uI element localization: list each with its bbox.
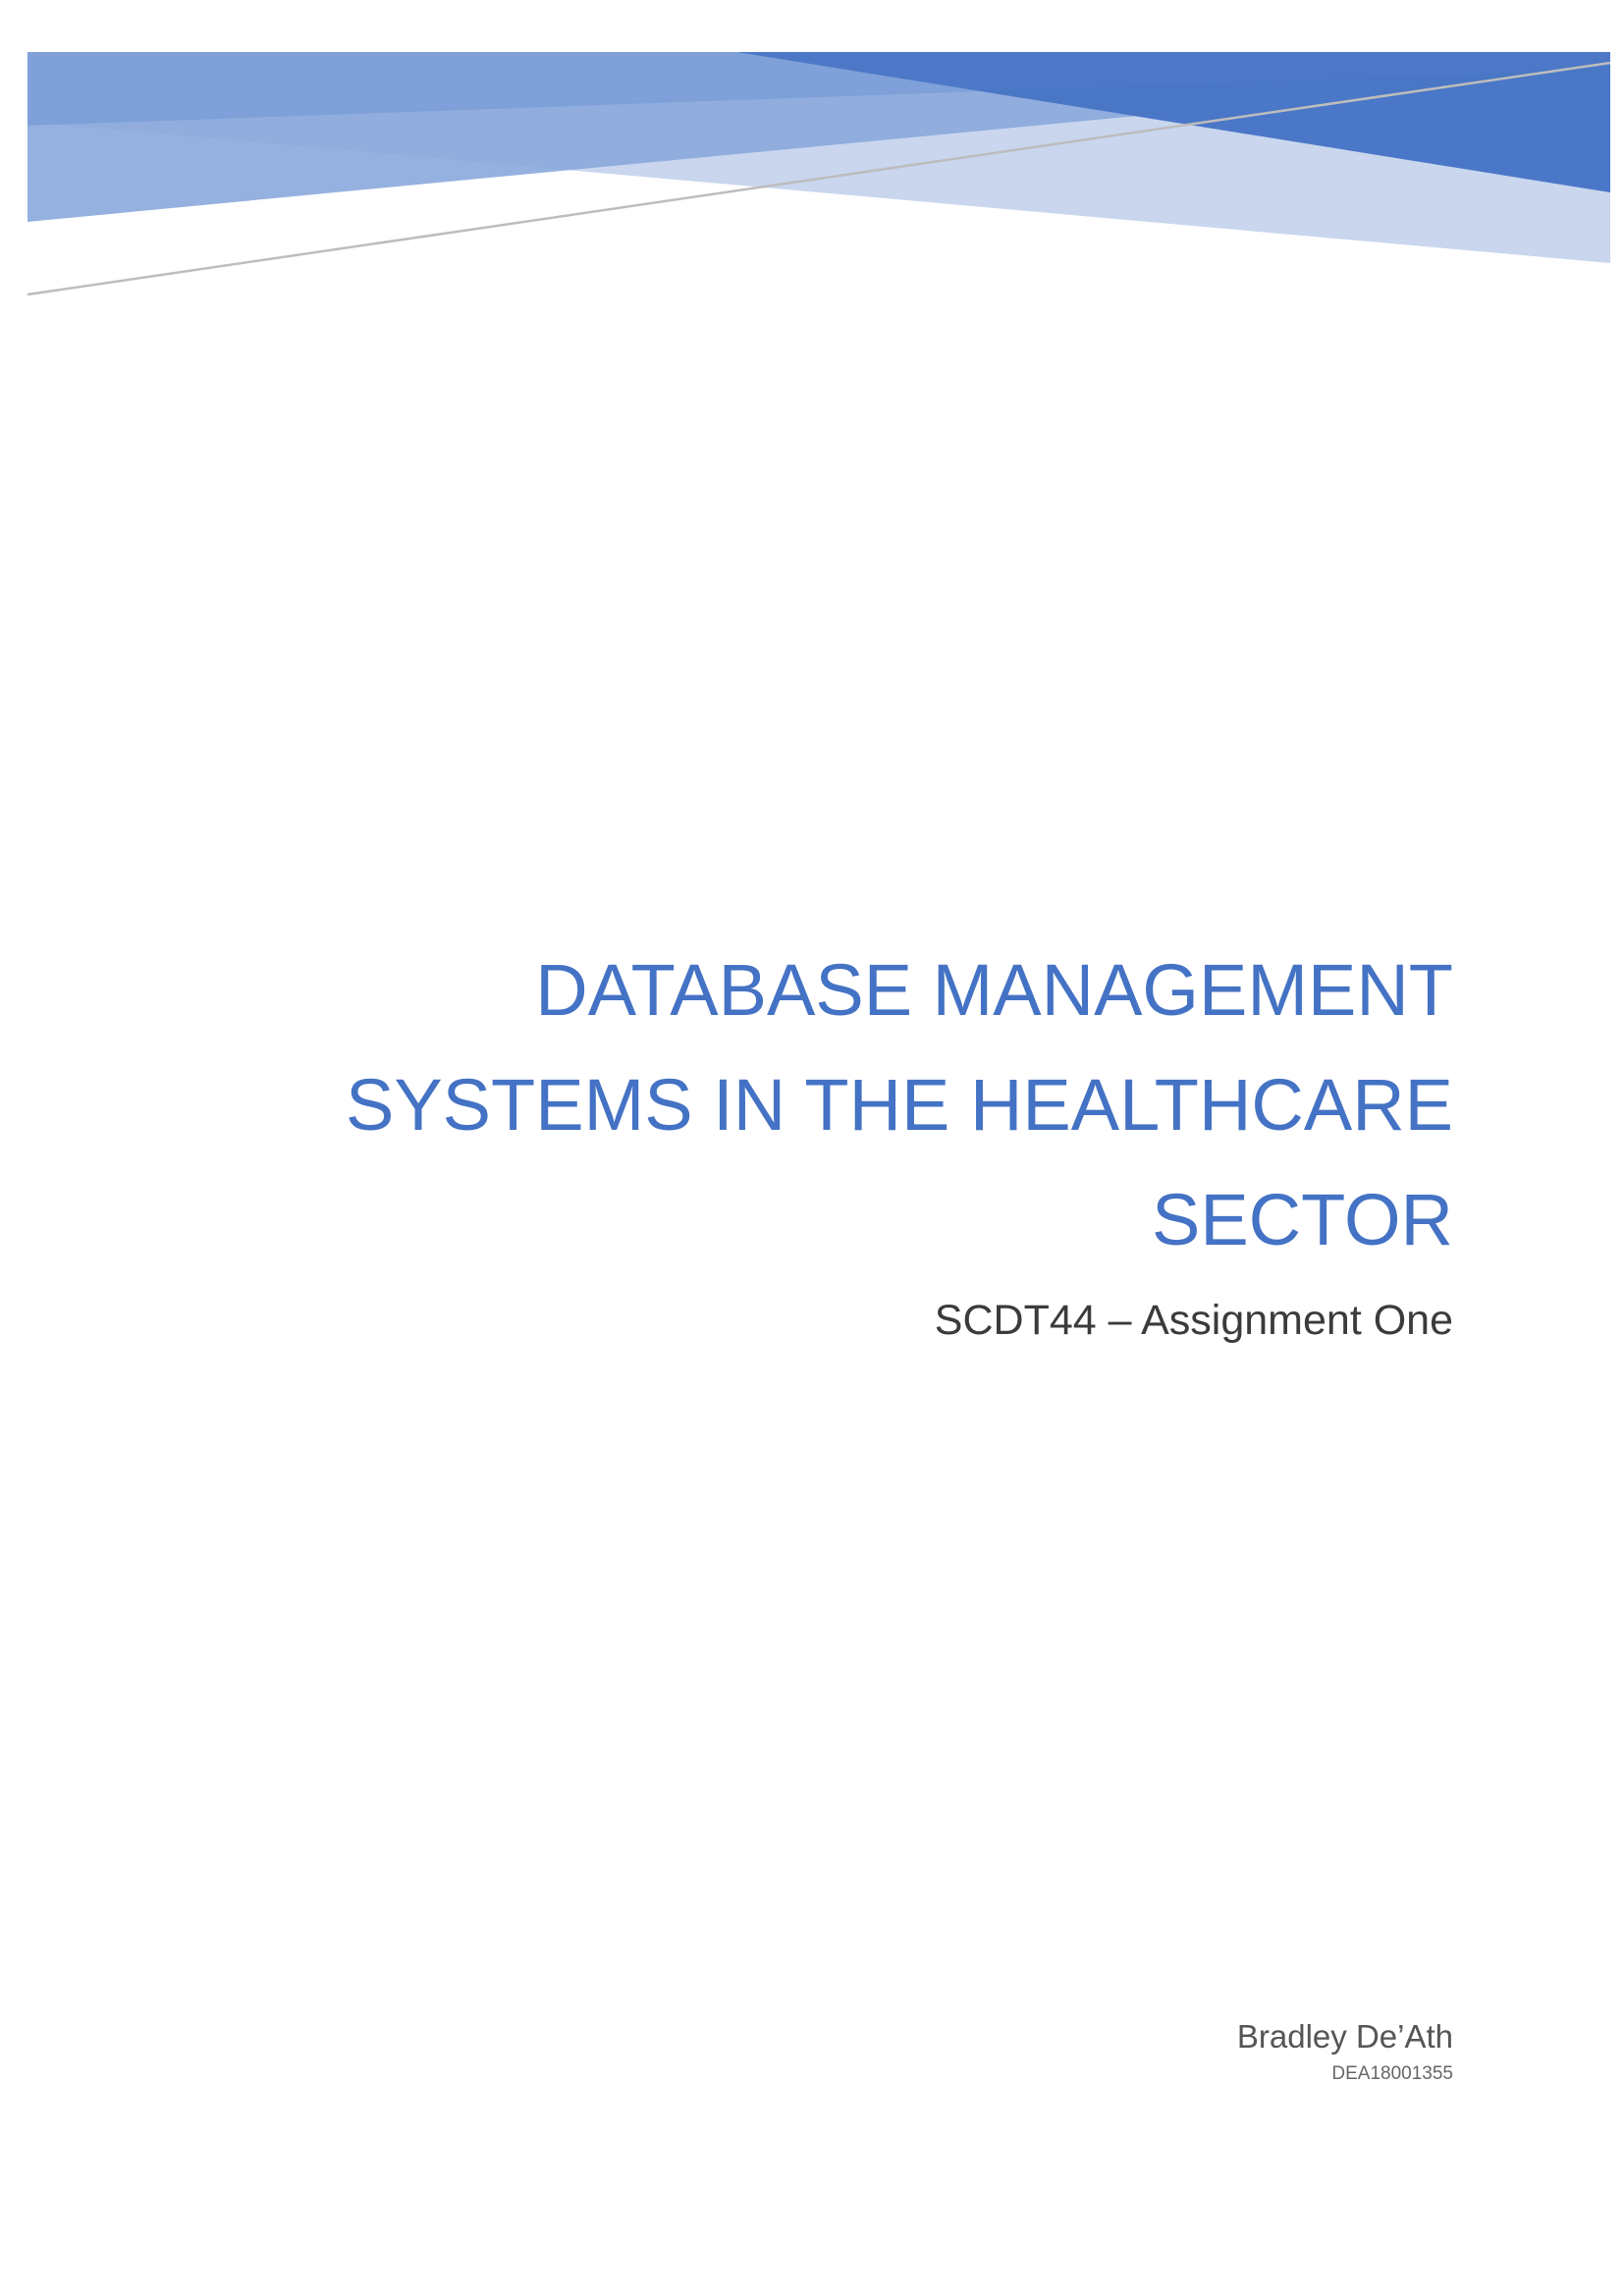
student-id: DEA18001355 bbox=[1331, 2063, 1453, 2084]
header-banner-graphic bbox=[27, 52, 1611, 296]
document-subtitle: SCDT44 – Assignment One bbox=[934, 1297, 1453, 1344]
author-name: Bradley De’Ath bbox=[1236, 2018, 1453, 2055]
author-block: Bradley De’Ath DEA18001355 bbox=[1237, 2014, 1453, 2089]
title-block: Database Management Systems in the Healt… bbox=[324, 933, 1453, 1350]
document-title: Database Management Systems in the Healt… bbox=[345, 949, 1453, 1260]
